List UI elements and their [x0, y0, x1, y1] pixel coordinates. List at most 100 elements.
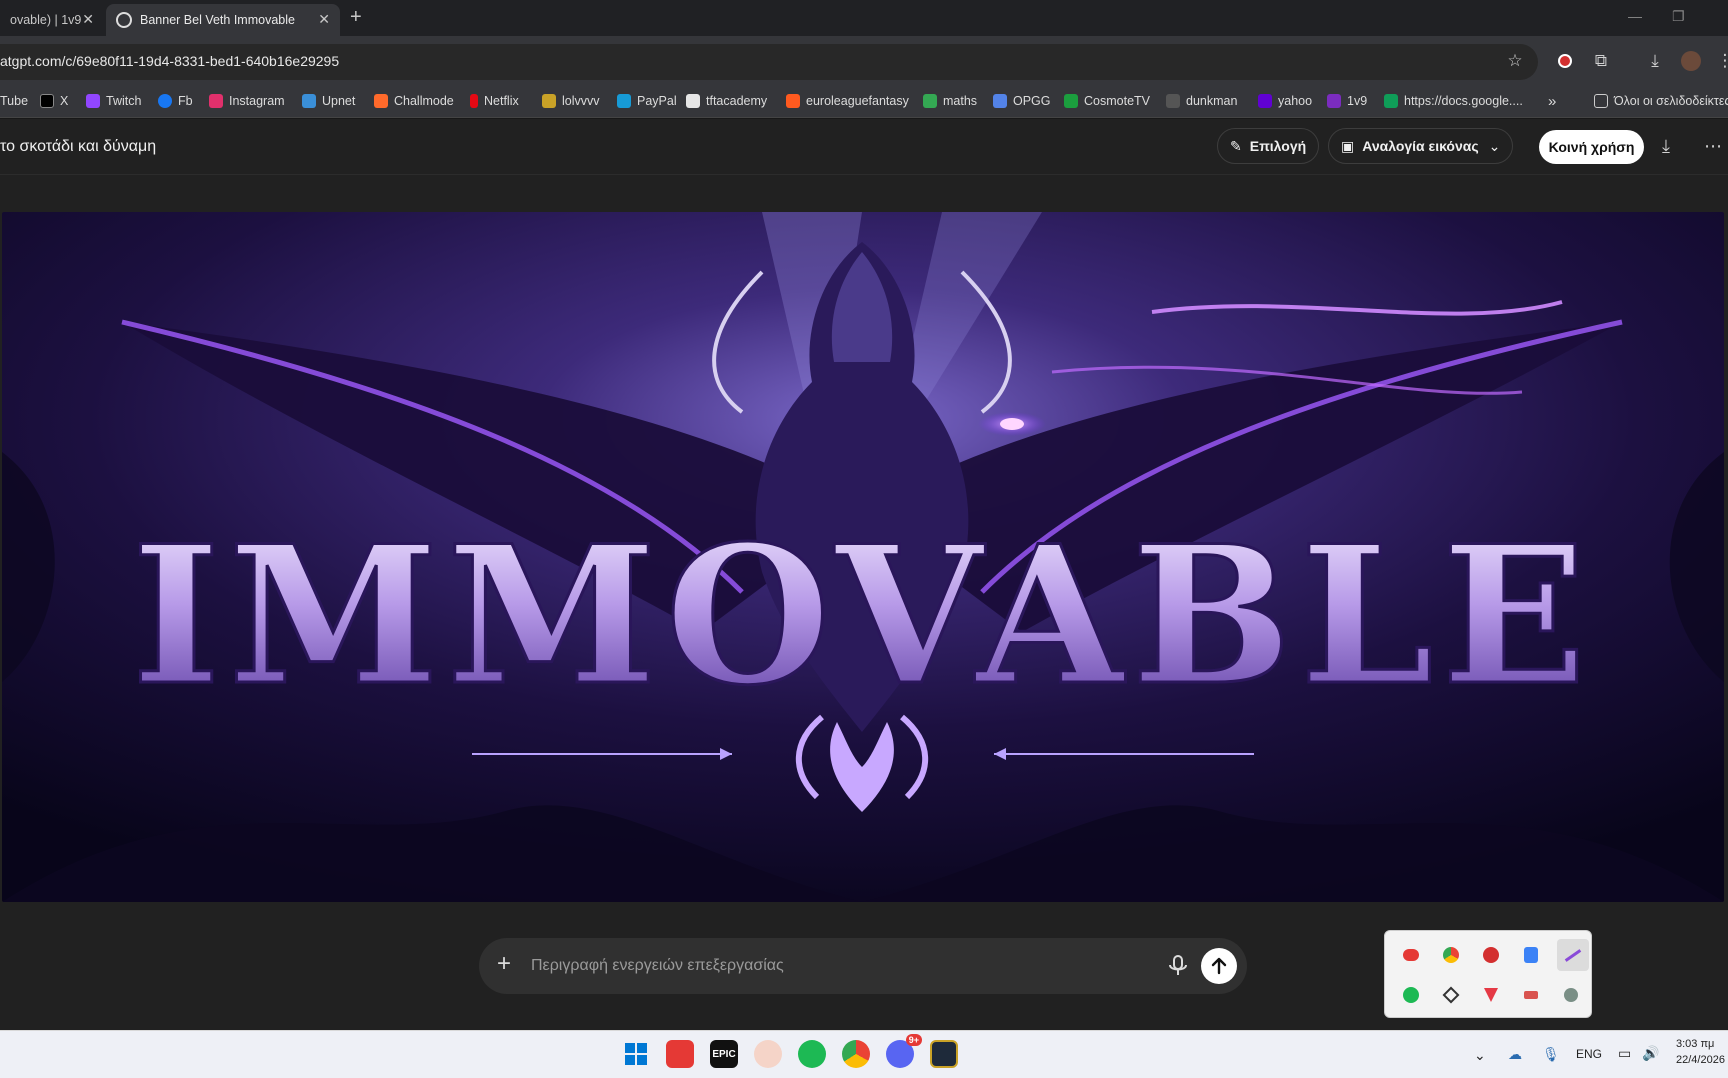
- euroleague-icon: [786, 94, 800, 108]
- taskbar-app-red-icon[interactable]: [666, 1040, 694, 1068]
- input-language[interactable]: ENG: [1576, 1047, 1602, 1061]
- epic-games-icon[interactable]: EPIC: [710, 1040, 738, 1068]
- generated-banner-image[interactable]: IMMOVABLE: [2, 212, 1724, 902]
- yahoo-icon: [1258, 94, 1272, 108]
- chat-title: το σκοτάδι και δύναμη: [0, 138, 157, 155]
- spotify-icon[interactable]: [798, 1040, 826, 1068]
- edit-prompt-input[interactable]: [531, 951, 1131, 981]
- bookmark-x[interactable]: X: [40, 90, 68, 112]
- arrow-up-icon: [1211, 957, 1227, 975]
- show-hidden-icons-chevron[interactable]: ⌄: [1474, 1047, 1486, 1064]
- minimize-icon[interactable]: —: [1628, 8, 1642, 24]
- bookmark-challmode[interactable]: Challmode: [374, 90, 454, 112]
- facebook-icon: [158, 94, 172, 108]
- url-text[interactable]: atgpt.com/c/69e80f11-19d4-8331-bed1-640b…: [0, 53, 339, 69]
- close-tab-icon[interactable]: ✕: [82, 11, 94, 28]
- microphone-tray-icon[interactable]: 🎙: [1542, 1046, 1560, 1063]
- taskbar-mascot-icon[interactable]: [754, 1040, 782, 1068]
- tftacademy-icon: [686, 94, 700, 108]
- microphone-icon[interactable]: [1167, 954, 1189, 978]
- bookmark-upnet[interactable]: Upnet: [302, 90, 355, 112]
- paypal-icon: [617, 94, 631, 108]
- google-sheets-icon: [1384, 94, 1398, 108]
- x-icon: [40, 94, 54, 108]
- challmode-icon: [374, 94, 388, 108]
- bookmark-netflix[interactable]: Netflix: [470, 90, 519, 112]
- netflix-icon: [470, 94, 478, 108]
- bookmark-maths[interactable]: maths: [923, 90, 977, 112]
- downloads-icon[interactable]: ⤓: [1644, 50, 1666, 72]
- league-of-legends-icon[interactable]: [930, 1040, 958, 1068]
- adblock-extension-icon[interactable]: [1554, 50, 1576, 72]
- lol-icon: [542, 94, 556, 108]
- magic-select-icon: ✎: [1230, 137, 1242, 154]
- network-icon[interactable]: ▭: [1618, 1045, 1631, 1062]
- bookmark-lolvvvv[interactable]: lolvvvv: [542, 90, 600, 112]
- bookmark-cosmotetv[interactable]: CosmoteTV: [1064, 90, 1150, 112]
- banner-artwork: IMMOVABLE: [2, 212, 1724, 902]
- close-tab-icon[interactable]: ✕: [318, 11, 330, 28]
- bookmark-twitch[interactable]: Twitch: [86, 90, 141, 112]
- bookmark-paypal[interactable]: PayPal: [617, 90, 677, 112]
- bookmark-opgg[interactable]: OPGG: [993, 90, 1051, 112]
- tab-previous[interactable]: ovable) | 1v9 ✕: [0, 4, 104, 36]
- profile-avatar[interactable]: [1680, 50, 1702, 72]
- folder-icon: [1594, 94, 1608, 108]
- select-button[interactable]: ✎ Επιλογή: [1217, 128, 1320, 164]
- tab-title: Banner Bel Veth Immovable: [140, 13, 295, 27]
- banner-title-text: IMMOVABLE: [132, 504, 1595, 727]
- bookmark-star-icon[interactable]: ☆: [1504, 50, 1526, 72]
- tab-title: ovable) | 1v9: [10, 13, 82, 27]
- chevron-down-icon: ⌄: [1488, 137, 1501, 154]
- tray-status-dot-icon[interactable]: [1557, 981, 1585, 1009]
- cosmotetv-icon: [1064, 94, 1078, 108]
- extensions-puzzle-icon[interactable]: ⧉: [1590, 50, 1612, 72]
- bookmark-fb[interactable]: Fb: [158, 90, 193, 112]
- restore-icon[interactable]: ❐: [1672, 8, 1685, 25]
- tray-app-red-icon[interactable]: [1397, 941, 1425, 969]
- chrome-icon[interactable]: [842, 1040, 870, 1068]
- system-tray-overflow-popup: [1384, 930, 1592, 1018]
- bookmark-instagram[interactable]: Instagram: [209, 90, 285, 112]
- discord-icon[interactable]: 9+: [886, 1034, 922, 1068]
- volume-icon[interactable]: 🔊: [1642, 1045, 1659, 1062]
- google-drive-icon: [923, 94, 937, 108]
- clock-time[interactable]: 3:03 πμ: [1676, 1038, 1714, 1050]
- tray-adblock-icon[interactable]: [1477, 941, 1505, 969]
- 1v9-icon: [1327, 94, 1341, 108]
- tray-valorant-icon[interactable]: [1477, 981, 1505, 1009]
- tray-security-shield-icon[interactable]: [1517, 941, 1545, 969]
- clock-date[interactable]: 22/4/2026: [1676, 1054, 1725, 1066]
- download-icon[interactable]: ⤓: [1662, 136, 1670, 157]
- start-button-windows-icon[interactable]: [622, 1040, 650, 1068]
- bookmark-google-docs[interactable]: https://docs.google....: [1384, 90, 1523, 112]
- tray-chrome-icon[interactable]: [1437, 941, 1465, 969]
- aspect-ratio-icon: ▣: [1341, 137, 1355, 154]
- twitch-icon: [86, 94, 100, 108]
- tab-current[interactable]: Banner Bel Veth Immovable ✕: [106, 4, 340, 36]
- bookmark-youtube[interactable]: Tube: [0, 90, 28, 112]
- all-bookmarks-folder[interactable]: Όλοι οι σελιδοδείκτες: [1594, 90, 1728, 112]
- tray-spotify-icon[interactable]: [1397, 981, 1425, 1009]
- add-attachment-icon[interactable]: +: [497, 950, 511, 978]
- bookmarks-overflow-button[interactable]: »: [1548, 90, 1556, 112]
- new-tab-icon[interactable]: +: [350, 6, 362, 29]
- tray-pen-icon[interactable]: [1557, 939, 1589, 971]
- tray-snipping-icon[interactable]: [1437, 981, 1465, 1009]
- bookmark-yahoo[interactable]: yahoo: [1258, 90, 1312, 112]
- send-button[interactable]: [1201, 948, 1237, 984]
- bookmark-1v9[interactable]: 1v9: [1327, 90, 1367, 112]
- onedrive-icon[interactable]: ☁: [1508, 1046, 1522, 1063]
- share-button[interactable]: Κοινή χρήση: [1539, 130, 1644, 164]
- more-options-icon[interactable]: ⋯: [1704, 136, 1722, 157]
- chatgpt-favicon-icon: [116, 12, 132, 28]
- bookmark-tftacademy[interactable]: tftacademy: [686, 90, 767, 112]
- bookmark-dunkman[interactable]: dunkman: [1166, 90, 1237, 112]
- bookmark-euroleaguefantasy[interactable]: euroleaguefantasy: [786, 90, 909, 112]
- aspect-ratio-dropdown[interactable]: ▣ Αναλογία εικόνας ⌄: [1328, 128, 1514, 164]
- upnet-icon: [302, 94, 316, 108]
- tray-riot-icon[interactable]: [1517, 981, 1545, 1009]
- discord-badge: 9+: [905, 1034, 922, 1046]
- opgg-icon: [993, 94, 1007, 108]
- menu-dots-icon[interactable]: ⋮: [1714, 50, 1728, 72]
